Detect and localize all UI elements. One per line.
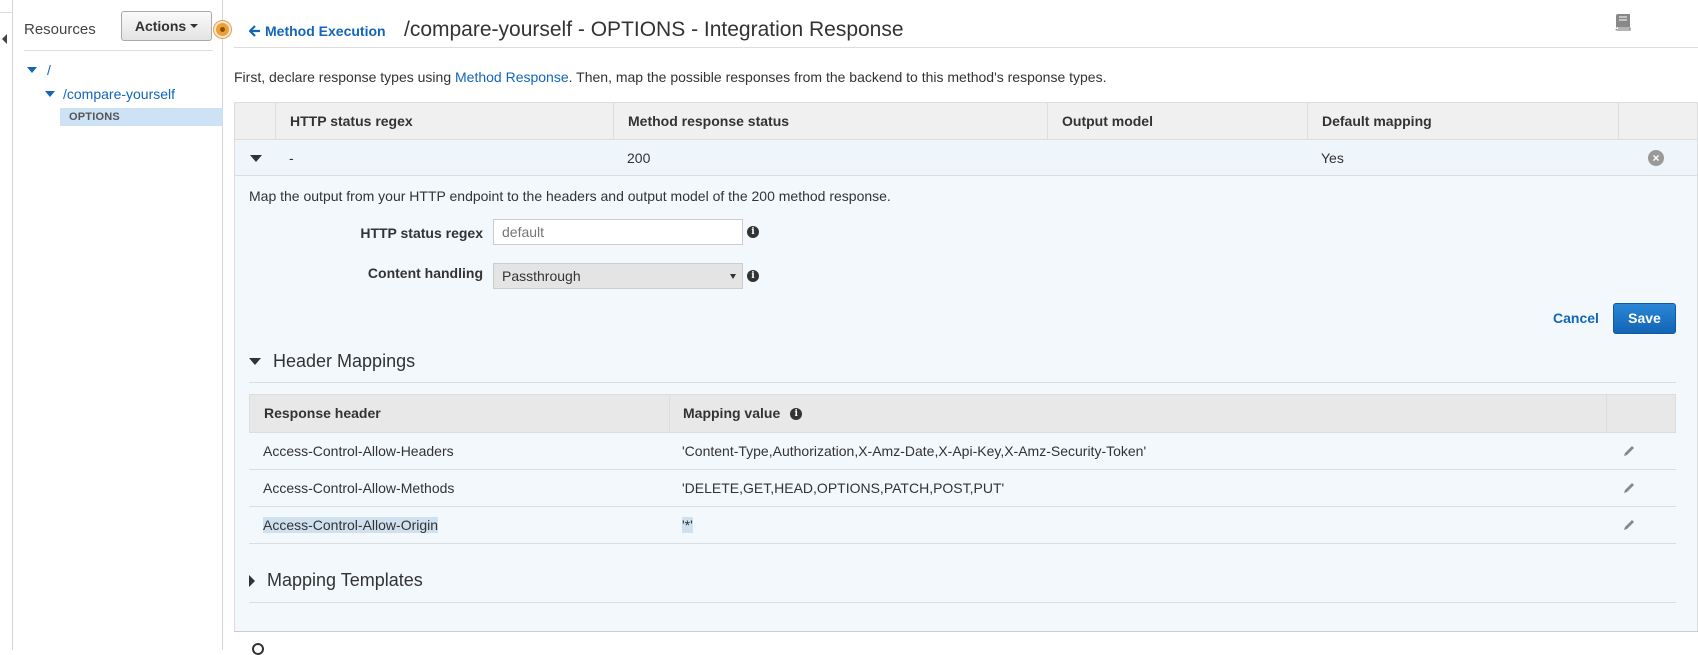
section-divider	[249, 602, 1676, 603]
mapping-templates-title: Mapping Templates	[267, 570, 423, 590]
collapse-triangle-icon[interactable]	[250, 155, 262, 162]
panel-resize-handle-icon[interactable]	[214, 21, 231, 38]
back-link-label: Method Execution	[265, 23, 386, 39]
selected-text: Access-Control-Allow-Origin	[263, 517, 439, 533]
cell-status: 200	[627, 150, 651, 166]
content-handling-label: Content handling	[367, 265, 483, 281]
header-divider	[234, 47, 1698, 48]
collapse-left-icon[interactable]	[2, 34, 7, 44]
header-mappings-title: Header Mappings	[273, 351, 416, 371]
tree-item-root[interactable]: /	[27, 62, 51, 78]
column-header: Method response status	[613, 103, 1047, 139]
table-row: Access-Control-Allow-Origin '*'	[249, 507, 1676, 544]
intro-suffix: . Then, map the possible responses from …	[568, 69, 1107, 85]
intro-prefix: First, declare response types using	[234, 69, 455, 85]
save-button[interactable]: Save	[1613, 303, 1676, 334]
column-header: Default mapping	[1307, 103, 1618, 139]
cell-regex: -	[289, 150, 294, 166]
method-response-link[interactable]: Method Response	[455, 69, 569, 85]
table-header: Response header Mapping value i	[249, 394, 1676, 433]
cancel-button[interactable]: Cancel	[1553, 310, 1599, 326]
actions-button[interactable]: Actions	[121, 11, 212, 41]
method-execution-back-link[interactable]: Method Execution	[249, 23, 386, 39]
intro-text: First, declare response types using Meth…	[234, 69, 1106, 85]
partial-circle-icon	[252, 643, 264, 655]
regex-label: HTTP status regex	[360, 225, 483, 241]
http-status-regex-input[interactable]	[493, 219, 743, 245]
table-row[interactable]: - 200 Yes ×	[234, 140, 1698, 176]
book-icon[interactable]	[1613, 13, 1633, 31]
section-divider	[249, 382, 1676, 383]
column-header-label: Mapping value	[683, 405, 781, 421]
selected-text: '*'	[682, 517, 693, 533]
resources-divider	[24, 50, 213, 51]
column-header: HTTP status regex	[275, 103, 613, 139]
mapping-value-cell: '*'	[668, 507, 693, 543]
resources-title: Resources	[24, 21, 96, 38]
content-handling-select[interactable]: Passthrough	[493, 263, 743, 289]
page-title: /compare-yourself - OPTIONS - Integratio…	[404, 18, 904, 41]
mapping-value-cell: 'DELETE,GET,HEAD,OPTIONS,PATCH,POST,PUT'	[682, 480, 1005, 496]
tree-root-link[interactable]: /	[47, 62, 51, 78]
column-header: Response header	[264, 405, 381, 421]
pencil-icon[interactable]	[1622, 444, 1636, 458]
response-header-cell: Access-Control-Allow-Headers	[263, 443, 454, 459]
header-mappings-toggle[interactable]: Header Mappings	[249, 351, 415, 372]
cell-default: Yes	[1321, 150, 1344, 166]
editor-description: Map the output from your HTTP endpoint t…	[249, 188, 891, 204]
column-header: Output model	[1047, 103, 1307, 139]
panel-bottom-border	[234, 631, 1698, 632]
arrow-left-icon	[249, 25, 260, 37]
expand-triangle-right-icon	[249, 574, 255, 587]
info-icon[interactable]: i	[747, 270, 759, 282]
column-header-actions	[1618, 103, 1698, 139]
mapping-templates-toggle[interactable]: Mapping Templates	[249, 570, 423, 591]
mapping-value-cell: 'Content-Type,Authorization,X-Amz-Date,X…	[682, 443, 1147, 459]
table-header: HTTP status regex Method response status…	[234, 102, 1698, 140]
actions-label: Actions	[134, 18, 187, 34]
info-icon[interactable]: i	[747, 226, 759, 238]
response-header-cell: Access-Control-Allow-Origin	[249, 507, 439, 543]
table-row: Access-Control-Allow-Methods 'DELETE,GET…	[249, 470, 1676, 507]
column-divider	[1606, 395, 1607, 432]
column-header-mapping: Mapping value i	[669, 395, 803, 432]
dropdown-caret-icon	[730, 274, 736, 279]
expand-triangle-icon[interactable]	[27, 67, 37, 73]
tree-item-compare-yourself[interactable]: /compare-yourself	[45, 86, 175, 102]
tree-item-options-method[interactable]: OPTIONS	[60, 108, 223, 126]
cell-model	[1047, 140, 1061, 176]
caret-down-icon	[190, 24, 199, 28]
pencil-icon[interactable]	[1622, 518, 1636, 532]
panel-collapse-strip[interactable]	[0, 0, 13, 650]
table-row: Access-Control-Allow-Headers 'Content-Ty…	[249, 433, 1676, 470]
info-icon[interactable]: i	[790, 407, 803, 420]
delete-circle-icon[interactable]: ×	[1648, 150, 1664, 166]
strip-divider	[0, 12, 13, 13]
response-header-cell: Access-Control-Allow-Methods	[263, 480, 455, 496]
pencil-icon[interactable]	[1622, 481, 1636, 495]
collapse-triangle-icon	[249, 358, 261, 365]
tree-resource-link[interactable]: /compare-yourself	[63, 86, 175, 102]
content-handling-value: Passthrough	[502, 268, 581, 284]
expand-triangle-icon[interactable]	[45, 91, 55, 97]
